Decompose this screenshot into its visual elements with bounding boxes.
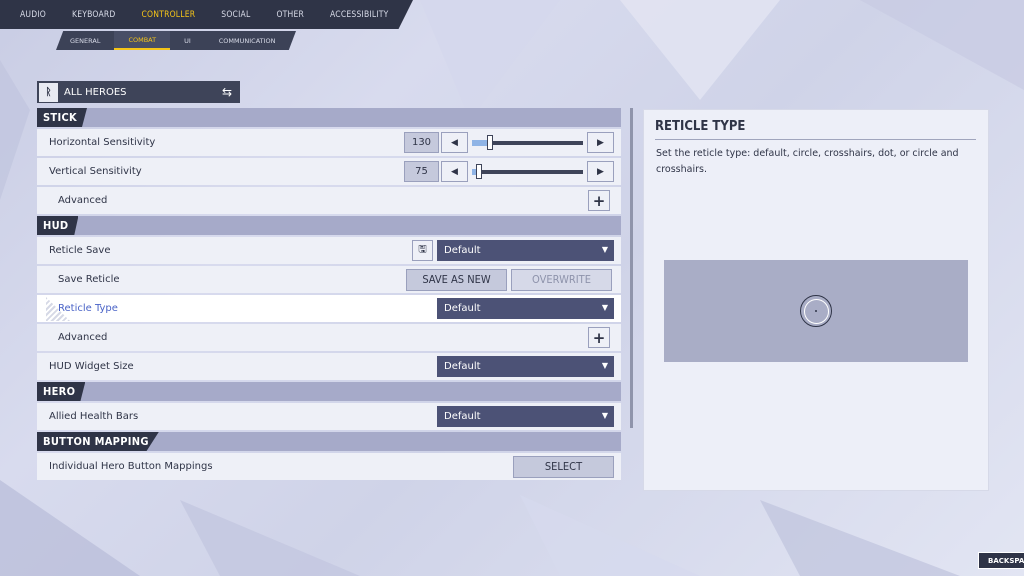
reticle-circle-icon xyxy=(800,295,832,327)
caret-down-icon: ▼ xyxy=(601,361,608,370)
setting-label: Advanced xyxy=(58,332,108,343)
reticle-type-row[interactable]: Reticle Type Default ▼ xyxy=(37,295,621,322)
settings-panel: STICK Horizontal Sensitivity 130 ◀ ▶ Ver… xyxy=(37,108,621,482)
horizontal-sensitivity-value[interactable]: 130 xyxy=(404,132,439,153)
dropdown-value: Default xyxy=(444,411,481,422)
setting-label: HUD Widget Size xyxy=(49,361,134,372)
hero-selector[interactable]: ᚱ ALL HEROES ⇆ xyxy=(37,81,240,103)
reticle-save-row[interactable]: Reticle Save 🖫 Default ▼ xyxy=(37,237,621,264)
section-button-mapping: BUTTON MAPPING xyxy=(37,432,621,451)
allied-health-bars-dropdown[interactable]: Default ▼ xyxy=(437,406,614,427)
backspace-button[interactable]: BACKSPACE xyxy=(978,552,1024,569)
increase-arrow-icon[interactable]: ▶ xyxy=(587,132,614,153)
expand-plus-icon[interactable]: + xyxy=(588,190,610,211)
dropdown-value: Default xyxy=(444,361,481,372)
save-as-new-button[interactable]: SAVE AS NEW xyxy=(406,268,507,291)
subtab-general[interactable]: GENERAL xyxy=(56,31,114,50)
expand-plus-icon[interactable]: + xyxy=(588,327,610,348)
top-nav: AUDIO KEYBOARD CONTROLLER SOCIAL OTHER A… xyxy=(0,0,413,29)
vertical-sensitivity-slider[interactable] xyxy=(472,161,583,182)
subtab-ui[interactable]: UI xyxy=(170,31,205,50)
tab-audio[interactable]: AUDIO xyxy=(20,10,46,20)
setting-label: Reticle Type xyxy=(58,303,118,314)
caret-down-icon: ▼ xyxy=(601,411,608,420)
save-reticle-row: Save Reticle SAVE AS NEW OVERWRITE xyxy=(37,266,621,293)
tab-other[interactable]: OTHER xyxy=(276,10,304,20)
dropdown-value: Default xyxy=(444,303,481,314)
tab-accessibility[interactable]: ACCESSIBILITY xyxy=(330,10,389,20)
horizontal-sensitivity-slider[interactable] xyxy=(472,132,583,153)
individual-hero-button-mappings-row[interactable]: Individual Hero Button Mappings SELECT xyxy=(37,453,621,480)
hud-advanced-row[interactable]: Advanced + xyxy=(37,324,621,351)
section-hud: HUD xyxy=(37,216,621,235)
dropdown-value: Default xyxy=(444,245,481,256)
tab-controller[interactable]: CONTROLLER xyxy=(142,10,196,20)
section-title: BUTTON MAPPING xyxy=(37,432,159,451)
hero-logo-icon: ᚱ xyxy=(39,82,58,102)
section-stick: STICK xyxy=(37,108,621,127)
allied-health-bars-row[interactable]: Allied Health Bars Default ▼ xyxy=(37,403,621,430)
subtab-communication[interactable]: COMMUNICATION xyxy=(205,31,290,50)
setting-label: Reticle Save xyxy=(49,245,111,256)
stick-advanced-row[interactable]: Advanced + xyxy=(37,187,621,214)
setting-label: Advanced xyxy=(58,195,108,206)
swap-arrows-icon[interactable]: ⇆ xyxy=(222,85,232,99)
setting-label: Individual Hero Button Mappings xyxy=(49,461,213,472)
section-title: HERO xyxy=(37,382,86,401)
select-button[interactable]: SELECT xyxy=(513,455,614,478)
caret-down-icon: ▼ xyxy=(601,303,608,312)
decrease-arrow-icon[interactable]: ◀ xyxy=(441,161,468,182)
increase-arrow-icon[interactable]: ▶ xyxy=(587,161,614,182)
vertical-sensitivity-row[interactable]: Vertical Sensitivity 75 ◀ ▶ xyxy=(37,158,621,185)
reticle-save-dropdown[interactable]: Default ▼ xyxy=(437,240,614,261)
hud-widget-size-dropdown[interactable]: Default ▼ xyxy=(437,356,614,377)
overwrite-button[interactable]: OVERWRITE xyxy=(511,268,612,291)
setting-label: Allied Health Bars xyxy=(49,411,139,422)
section-title: HUD xyxy=(37,216,79,235)
scrollbar[interactable] xyxy=(630,108,633,428)
decrease-arrow-icon[interactable]: ◀ xyxy=(441,132,468,153)
setting-label: Horizontal Sensitivity xyxy=(49,137,156,148)
caret-down-icon: ▼ xyxy=(601,245,608,254)
setting-label: Save Reticle xyxy=(58,274,120,285)
section-hero: HERO xyxy=(37,382,621,401)
divider xyxy=(655,139,976,140)
info-title: RETICLE TYPE xyxy=(655,119,746,134)
info-panel: RETICLE TYPE Set the reticle type: defau… xyxy=(643,109,989,491)
section-title: STICK xyxy=(37,108,87,127)
sub-nav: GENERAL COMBAT UI COMMUNICATION xyxy=(56,31,296,50)
subtab-combat[interactable]: COMBAT xyxy=(114,31,171,50)
tab-social[interactable]: SOCIAL xyxy=(221,10,250,20)
reticle-type-dropdown[interactable]: Default ▼ xyxy=(437,298,614,319)
vertical-sensitivity-value[interactable]: 75 xyxy=(404,161,439,182)
save-file-icon[interactable]: 🖫 xyxy=(412,240,433,261)
reticle-preview xyxy=(664,260,968,362)
setting-label: Vertical Sensitivity xyxy=(49,166,142,177)
tab-keyboard[interactable]: KEYBOARD xyxy=(72,10,116,20)
hero-selector-label: ALL HEROES xyxy=(64,86,127,98)
horizontal-sensitivity-row[interactable]: Horizontal Sensitivity 130 ◀ ▶ xyxy=(37,129,621,156)
info-description: Set the reticle type: default, circle, c… xyxy=(656,148,959,175)
hud-widget-size-row[interactable]: HUD Widget Size Default ▼ xyxy=(37,353,621,380)
